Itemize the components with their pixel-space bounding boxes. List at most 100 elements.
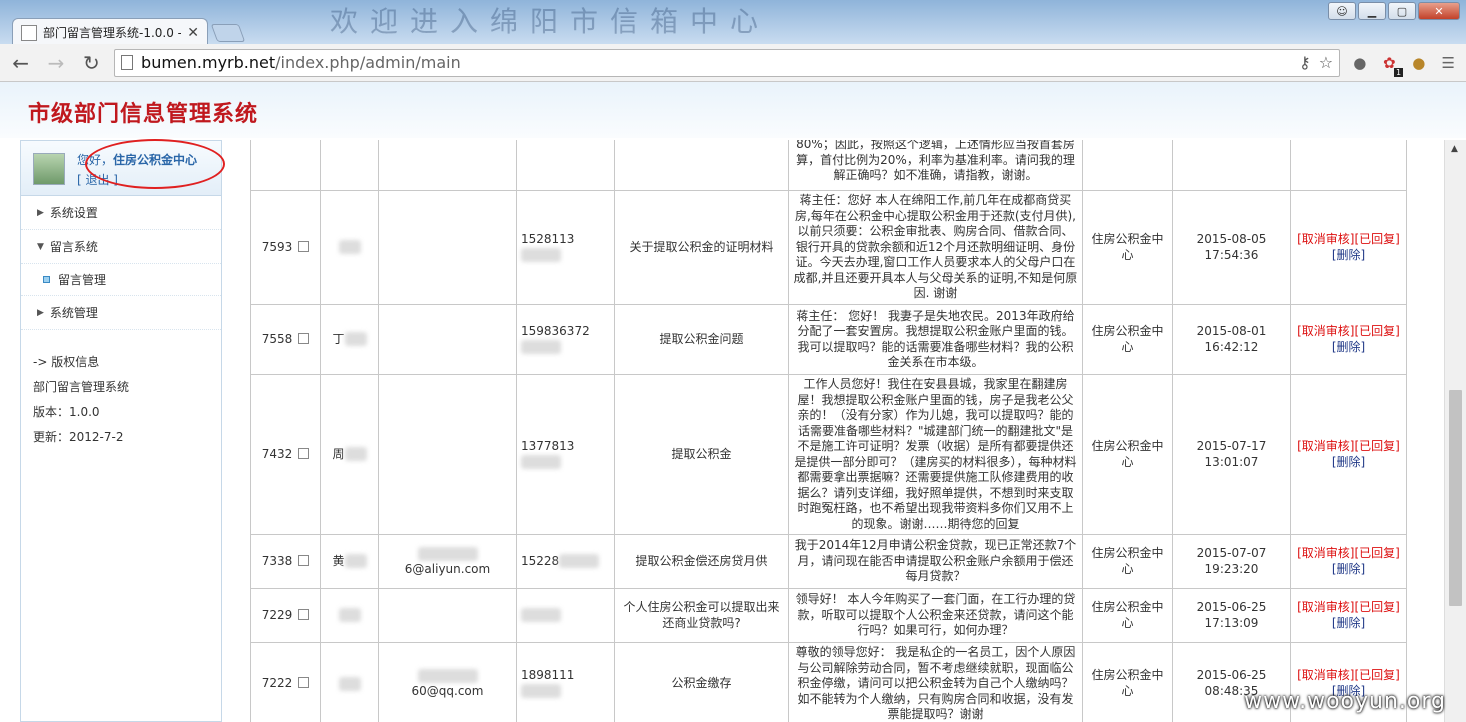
- tab-title: 部门留言管理系统-1.0.0 -: [43, 26, 182, 40]
- subject-cell: 提取公积金偿还房贷月供: [614, 534, 789, 589]
- message-content: 工作人员您好！我住在安县县城，我家里在翻建房屋！我想提取公积金账户里面的钱，房子…: [794, 377, 1077, 531]
- row-checkbox[interactable]: [298, 608, 310, 620]
- redacted-mask: [521, 608, 561, 623]
- url-text[interactable]: bumen.myrb.net/index.php/admin/main: [141, 53, 1291, 72]
- replied-link[interactable]: [已回复]: [1355, 439, 1400, 453]
- delete-link[interactable]: [删除]: [1332, 340, 1365, 354]
- sender-phone: 15228: [521, 553, 560, 568]
- cancel-review-link[interactable]: [取消审核]: [1297, 324, 1354, 338]
- operations-cell: [取消审核][已回复] [删除]: [1290, 374, 1407, 535]
- cancel-review-link[interactable]: [取消审核]: [1297, 600, 1354, 614]
- delete-link[interactable]: [删除]: [1332, 562, 1365, 576]
- back-button[interactable]: ←: [8, 50, 33, 76]
- content-cell: 我于2014年12月申请公积金贷款，现已正常还款7个月，请问现在能否申请提取公积…: [788, 534, 1083, 589]
- subject-cell: 公积金缴存: [614, 642, 789, 722]
- table-row: 7558 丁 159836372 提取公积金问题 蒋主任： 您好！ 我妻子是失地农民。2…: [250, 304, 1407, 375]
- message-date: 2015-08-05: [1196, 232, 1267, 246]
- id-cell: [250, 140, 321, 191]
- time-cell: 2015-07-17 13:01:07: [1172, 374, 1291, 535]
- row-checkbox[interactable]: [298, 447, 310, 459]
- cancel-review-link[interactable]: [取消审核]: [1297, 439, 1354, 453]
- maximize-button[interactable]: ▢: [1388, 2, 1416, 20]
- phone-cell: [516, 140, 615, 191]
- operations-cell: [取消审核][已回复] [删除]: [1290, 190, 1407, 305]
- operations-cell: [取消审核][已回复] [删除]: [1290, 534, 1407, 589]
- replied-link[interactable]: [已回复]: [1355, 324, 1400, 338]
- message-date: 2015-08-01: [1196, 324, 1267, 338]
- phone-cell: 159836372: [516, 304, 615, 375]
- menu-message-management[interactable]: 留言管理: [21, 264, 221, 296]
- cancel-review-link[interactable]: [取消审核]: [1297, 668, 1354, 682]
- message-content: 蒋主任： 您好！ 我妻子是失地农民。2013年政府给分配了一套安置房。我想提取公…: [796, 308, 1075, 370]
- browser-toolbar: ← → ↻ bumen.myrb.net/index.php/admin/mai…: [0, 44, 1466, 82]
- user-icon[interactable]: ☺: [1328, 2, 1356, 20]
- department-cell: 住房公积金中心: [1082, 588, 1173, 643]
- vertical-scrollbar[interactable]: ▲: [1444, 140, 1466, 722]
- operations-cell: [取消审核][已回复] [删除]: [1290, 304, 1407, 375]
- message-content: 我于2014年12月申请公积金贷款，现已正常还款7个月，请问现在能否申请提取公积…: [794, 538, 1077, 584]
- cancel-review-link[interactable]: [取消审核]: [1297, 546, 1354, 560]
- page: 市级部门信息管理系统 您好，住房公积金中心 [ 退出 ] ▶ 系统设置 ▼ 留言系统…: [0, 82, 1466, 722]
- email-cell: 60@qq.com: [378, 642, 517, 722]
- message-date: 2015-07-07: [1196, 546, 1267, 560]
- page-icon: [121, 55, 134, 70]
- sender-name: 周: [332, 446, 345, 461]
- menu-icon[interactable]: ☰: [1439, 53, 1459, 73]
- time-cell: 2015-08-05 17:54:36: [1172, 190, 1291, 305]
- cookie-icon[interactable]: ●: [1409, 53, 1429, 73]
- square-bullet-icon: [43, 276, 50, 283]
- message-subject: 公积金缴存: [671, 676, 732, 690]
- reload-button[interactable]: ↻: [79, 50, 104, 76]
- new-tab-button[interactable]: [210, 24, 246, 42]
- message-date: 2015-06-25: [1196, 668, 1267, 683]
- forward-button[interactable]: →: [43, 50, 68, 76]
- row-checkbox[interactable]: [298, 677, 310, 688]
- caret-right-icon: ▶: [37, 307, 44, 318]
- browser-tab[interactable]: 部门留言管理系统-1.0.0 - ✕: [12, 18, 208, 46]
- email-cell: [378, 374, 517, 535]
- replied-link[interactable]: [已回复]: [1355, 668, 1400, 682]
- menu-system-management[interactable]: ▶ 系统管理: [21, 296, 221, 330]
- phone-cell: 15228: [516, 534, 615, 589]
- message-time: 13:01:07: [1204, 454, 1259, 469]
- department: 住房公积金中心: [1091, 324, 1164, 354]
- delete-link[interactable]: [删除]: [1332, 455, 1365, 469]
- redacted-mask: [338, 676, 361, 691]
- name-cell: 丁: [320, 304, 379, 375]
- key-icon[interactable]: ⚷: [1299, 53, 1311, 72]
- cancel-review-link[interactable]: [取消审核]: [1297, 232, 1354, 246]
- sidebar: 您好，住房公积金中心 [ 退出 ] ▶ 系统设置 ▼ 留言系统 留言管理 ▶ 系统管理…: [20, 139, 225, 722]
- message-time: 17:13:09: [1204, 615, 1259, 630]
- redacted-mask: [417, 668, 478, 683]
- redacted-mask: [559, 554, 600, 569]
- tab-close-icon[interactable]: ✕: [187, 25, 199, 41]
- time-cell: 2015-06-25 17:13:09: [1172, 588, 1291, 643]
- delete-link[interactable]: [删除]: [1332, 248, 1365, 262]
- scroll-thumb[interactable]: [1449, 390, 1462, 606]
- extension-badge-icon[interactable]: ✿: [1380, 53, 1403, 77]
- name-cell: 周: [320, 374, 379, 535]
- menu-message-system[interactable]: ▼ 留言系统: [21, 230, 221, 264]
- menu-system-settings[interactable]: ▶ 系统设置: [21, 196, 221, 230]
- id-cell: 7338: [250, 534, 321, 589]
- bookmark-star-icon[interactable]: ☆: [1319, 53, 1333, 72]
- row-checkbox[interactable]: [298, 332, 310, 344]
- minimize-button[interactable]: ▁: [1358, 2, 1386, 20]
- delete-link[interactable]: [删除]: [1332, 616, 1365, 630]
- scroll-up-icon[interactable]: ▲: [1451, 144, 1458, 154]
- replied-link[interactable]: [已回复]: [1355, 232, 1400, 246]
- subject-cell: 提取公积金: [614, 374, 789, 535]
- time-cell: 2015-08-01 16:42:12: [1172, 304, 1291, 375]
- row-checkbox[interactable]: [298, 554, 310, 566]
- message-date: 2015-06-25: [1196, 600, 1267, 614]
- department: 住房公积金中心: [1091, 546, 1164, 576]
- address-bar[interactable]: bumen.myrb.net/index.php/admin/main ⚷ ☆: [114, 48, 1341, 77]
- message-id: 7222: [261, 676, 293, 690]
- row-checkbox[interactable]: [298, 240, 310, 252]
- message-date: 2015-07-17: [1196, 439, 1267, 453]
- extension-circle-icon[interactable]: ●: [1350, 53, 1370, 73]
- message-table: 80%；因此，按照这个逻辑，上述情形应当按首套房算，首付比例为20%，利率为基准…: [250, 140, 1407, 722]
- replied-link[interactable]: [已回复]: [1355, 546, 1400, 560]
- replied-link[interactable]: [已回复]: [1355, 600, 1400, 614]
- close-window-button[interactable]: ✕: [1418, 2, 1460, 20]
